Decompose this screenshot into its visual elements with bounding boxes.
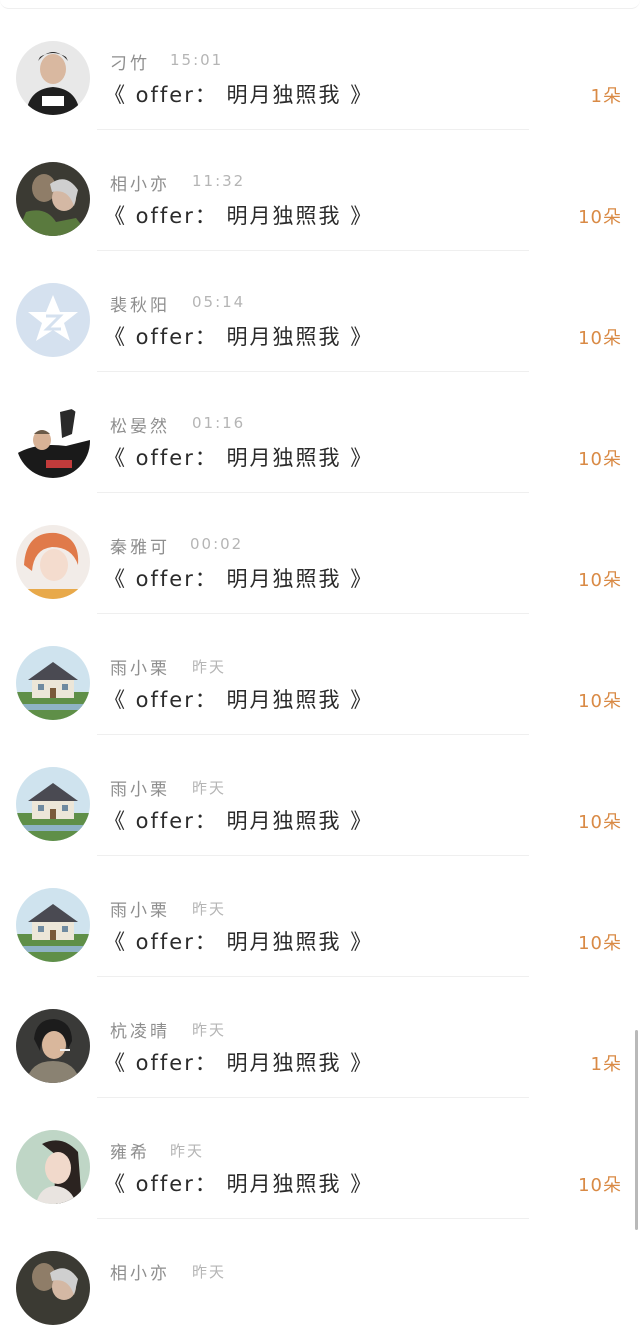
list-item[interactable]: 雨小栗 昨天 《 offer： 明月独照我 》 10朵: [0, 856, 640, 977]
couple-photo-icon[interactable]: [16, 1251, 90, 1325]
flower-count: 1朵: [590, 1054, 622, 1075]
flower-count: 10朵: [578, 449, 622, 470]
top-card-edge: [0, 0, 640, 9]
list-item[interactable]: 雨小栗 昨天 《 offer： 明月独照我 》 10朵: [0, 735, 640, 856]
flower-count: 10朵: [578, 328, 622, 349]
list-item[interactable]: 相小亦 11:32 《 offer： 明月独照我 》 10朵: [0, 130, 640, 251]
message-time: 05:14: [192, 293, 246, 311]
sender-name: 雍希: [110, 1143, 150, 1163]
message-time: 15:01: [170, 51, 224, 69]
message-time: 昨天: [192, 1263, 227, 1281]
list-item[interactable]: 杭凌晴 昨天 《 offer： 明月独照我 》 1朵: [0, 977, 640, 1098]
message-time: 昨天: [192, 658, 227, 676]
message-time: 昨天: [192, 779, 227, 797]
list-item[interactable]: 相小亦 昨天: [0, 1219, 640, 1340]
list-item[interactable]: 秦雅可 00:02 《 offer： 明月独照我 》 10朵: [0, 493, 640, 614]
message-title: 《 offer： 明月独照我 》: [104, 1172, 374, 1196]
message-time: 昨天: [192, 900, 227, 918]
flower-count: 10朵: [578, 812, 622, 833]
sender-name: 秦雅可: [110, 538, 170, 558]
message-title: 《 offer： 明月独照我 》: [104, 204, 374, 228]
message-title: 《 offer： 明月独照我 》: [104, 446, 374, 470]
flower-count: 10朵: [578, 570, 622, 591]
qzone-default-icon[interactable]: [16, 283, 90, 357]
girl-light-icon[interactable]: [16, 525, 90, 599]
message-title: 《 offer： 明月独照我 》: [104, 930, 374, 954]
message-time: 01:16: [192, 414, 246, 432]
list-item[interactable]: 雨小栗 昨天 《 offer： 明月独照我 》 10朵: [0, 614, 640, 735]
sender-name: 雨小栗: [110, 901, 170, 921]
flower-count: 1朵: [590, 86, 622, 107]
flower-count: 10朵: [578, 691, 622, 712]
sender-name: 杭凌晴: [110, 1022, 170, 1042]
sender-name: 相小亦: [110, 1264, 170, 1284]
list-item[interactable]: 刁竹 15:01 《 offer： 明月独照我 》 1朵: [0, 9, 640, 130]
man-black-tank-icon[interactable]: [16, 41, 90, 115]
sender-name: 松晏然: [110, 417, 170, 437]
message-time: 00:02: [190, 535, 244, 553]
message-title: 《 offer： 明月独照我 》: [104, 325, 374, 349]
flower-count: 10朵: [578, 207, 622, 228]
message-time: 11:32: [192, 172, 246, 190]
sender-name: 相小亦: [110, 175, 170, 195]
flower-count: 10朵: [578, 933, 622, 954]
flower-count: 10朵: [578, 1175, 622, 1196]
message-time: 昨天: [170, 1142, 205, 1160]
house-garden-icon[interactable]: [16, 646, 90, 720]
house-garden-icon[interactable]: [16, 888, 90, 962]
man-car-icon[interactable]: [16, 404, 90, 478]
message-title: 《 offer： 明月独照我 》: [104, 567, 374, 591]
list-item[interactable]: 裴秋阳 05:14 《 offer： 明月独照我 》 10朵: [0, 251, 640, 372]
message-time: 昨天: [192, 1021, 227, 1039]
sender-name: 刁竹: [110, 54, 150, 74]
scrollbar[interactable]: [635, 1030, 638, 1230]
house-garden-icon[interactable]: [16, 767, 90, 841]
sender-name: 雨小栗: [110, 780, 170, 800]
couple-photo-icon[interactable]: [16, 162, 90, 236]
sender-name: 雨小栗: [110, 659, 170, 679]
person-smoking-icon[interactable]: [16, 1009, 90, 1083]
message-title: 《 offer： 明月独照我 》: [104, 688, 374, 712]
girl-portrait-icon[interactable]: [16, 1130, 90, 1204]
message-title: 《 offer： 明月独照我 》: [104, 1051, 374, 1075]
message-title: 《 offer： 明月独照我 》: [104, 809, 374, 833]
list-item[interactable]: 松晏然 01:16 《 offer： 明月独照我 》 10朵: [0, 372, 640, 493]
sender-name: 裴秋阳: [110, 296, 170, 316]
message-title: 《 offer： 明月独照我 》: [104, 83, 374, 107]
list-item[interactable]: 雍希 昨天 《 offer： 明月独照我 》 10朵: [0, 1098, 640, 1219]
